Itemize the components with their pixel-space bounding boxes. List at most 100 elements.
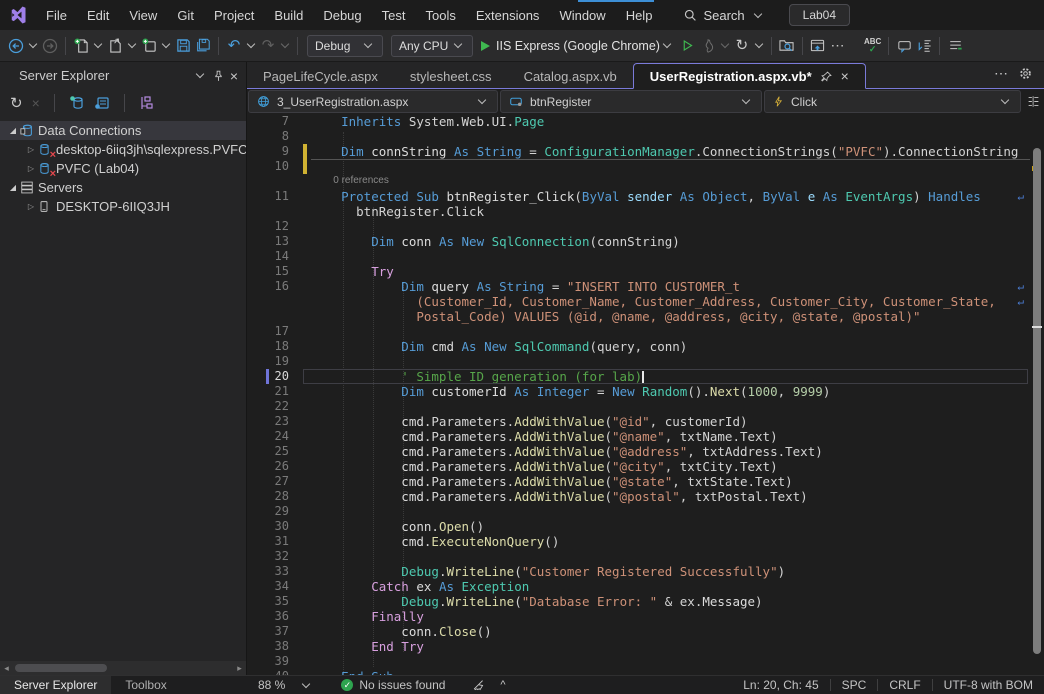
code-line-30[interactable]: 30conn.Open()	[247, 519, 1044, 534]
tab-stylesheet-css[interactable]: stylesheet.css	[394, 64, 508, 88]
undo-chevron[interactable]	[247, 40, 255, 48]
connect-to-database-icon[interactable]	[69, 95, 85, 111]
code-line-16[interactable]: 16Dim query As String = "INSERT INTO CUS…	[247, 279, 1044, 294]
start-debugging-button[interactable]: IIS Express (Google Chrome)	[481, 39, 674, 53]
tab-pagelifecycle-aspx[interactable]: PageLifeCycle.aspx	[247, 64, 394, 88]
code-line-7[interactable]: 7Inherits System.Web.UI.Page	[247, 114, 1044, 129]
expand-arrow-icon[interactable]: ▷	[24, 202, 38, 211]
sql-object-explorer-icon[interactable]	[139, 95, 155, 111]
tab-settings-gear-icon[interactable]	[1019, 67, 1032, 80]
navigate-back-button[interactable]	[6, 34, 26, 58]
menu-project[interactable]: Project	[204, 3, 264, 28]
comment-button[interactable]	[894, 34, 914, 58]
code-line-38[interactable]: 38End Try	[247, 639, 1044, 654]
code-line-14[interactable]: 14	[247, 249, 1044, 264]
code-line-24[interactable]: 24cmd.Parameters.AddWithValue("@name", t…	[247, 429, 1044, 444]
code-line-33[interactable]: 33Debug.WriteLine("Customer Registered S…	[247, 564, 1044, 579]
collapse-arrow-icon[interactable]: ◢	[6, 126, 20, 135]
code-line-28[interactable]: 28cmd.Parameters.AddWithValue("@postal",…	[247, 489, 1044, 504]
statusbar-item-3[interactable]: UTF-8 with BOM	[933, 678, 1044, 692]
code-line-39[interactable]: 39	[247, 654, 1044, 669]
code-line-15[interactable]: 15Try	[247, 264, 1044, 279]
code-line-29[interactable]: 29	[247, 504, 1044, 519]
code-line-17[interactable]: 17	[247, 324, 1044, 339]
statusbar-item-0[interactable]: Ln: 20, Ch: 45	[732, 678, 829, 692]
redo-button[interactable]: ↷	[258, 34, 278, 58]
add-item-button[interactable]	[139, 34, 159, 58]
scroll-left-icon[interactable]: ◂	[0, 663, 13, 674]
run-target-chevron[interactable]	[663, 40, 671, 48]
editor-vertical-scrollbar[interactable]	[1030, 114, 1044, 675]
menu-debug[interactable]: Debug	[313, 3, 371, 28]
save-all-button[interactable]	[193, 34, 213, 58]
code-line-40[interactable]: 40End Sub	[247, 669, 1044, 675]
tab-catalog-aspx-vb[interactable]: Catalog.aspx.vb	[508, 64, 633, 88]
new-file-button[interactable]	[71, 34, 91, 58]
menu-help[interactable]: Help	[616, 3, 663, 28]
event-dropdown[interactable]: Click	[764, 90, 1021, 113]
close-icon[interactable]: ×	[841, 69, 849, 83]
spell-checker-button[interactable]: ABC✓	[862, 34, 883, 58]
code-line-37[interactable]: 37conn.Close()	[247, 624, 1044, 639]
code-line-12[interactable]: 12	[247, 219, 1044, 234]
tree-item-desktop-6iiq3jh[interactable]: ▷DESKTOP-6IIQ3JH	[0, 197, 246, 216]
scroll-right-icon[interactable]: ▸	[233, 663, 246, 674]
code-wrap-line[interactable]: Postal_Code) VALUES (@id, @name, @addres…	[247, 309, 1044, 324]
panel-horizontal-scrollbar[interactable]: ◂ ▸	[0, 661, 246, 675]
refresh-button[interactable]: ↻	[732, 34, 752, 58]
code-line-32[interactable]: 32	[247, 549, 1044, 564]
menu-git[interactable]: Git	[167, 3, 204, 28]
expand-arrow-icon[interactable]: ▷	[24, 164, 38, 173]
code-line-22[interactable]: 22	[247, 399, 1044, 414]
code-line-18[interactable]: 18Dim cmd As New SqlCommand(query, conn)	[247, 339, 1044, 354]
code-editor[interactable]: 7Inherits System.Web.UI.Page89Dim connSt…	[247, 114, 1044, 675]
browser-link-button[interactable]	[808, 34, 828, 58]
find-in-files-button[interactable]	[777, 34, 797, 58]
undo-button[interactable]: ↶	[224, 34, 244, 58]
code-line-26[interactable]: 26cmd.Parameters.AddWithValue("@city", t…	[247, 459, 1044, 474]
menu-test[interactable]: Test	[372, 3, 416, 28]
file-dropdown[interactable]: 3_UserRegistration.aspx	[248, 90, 498, 113]
code-line-25[interactable]: 25cmd.Parameters.AddWithValue("@address"…	[247, 444, 1044, 459]
tree-item-desktop-6iiq3jh-sqlexpress-pvfc[interactable]: ▷×desktop-6iiq3jh\sqlexpress.PVFC	[0, 140, 246, 159]
code-line-20[interactable]: 20' Simple ID generation (for lab)	[247, 369, 1044, 384]
search-control[interactable]: Search	[676, 4, 772, 27]
code-line-10[interactable]: 10	[247, 159, 1044, 174]
expand-arrow-icon[interactable]: ▷	[24, 145, 38, 154]
menu-edit[interactable]: Edit	[77, 3, 119, 28]
scrollbar-thumb[interactable]	[15, 664, 107, 672]
code-line-21[interactable]: 21Dim customerId As Integer = New Random…	[247, 384, 1044, 399]
scrollbar-thumb[interactable]	[1033, 148, 1041, 654]
format-indent-button[interactable]	[914, 34, 934, 58]
start-without-debugging-button[interactable]	[678, 34, 698, 58]
pin-icon[interactable]	[213, 70, 224, 82]
code-line-36[interactable]: 36Finally	[247, 609, 1044, 624]
code-wrap-line[interactable]: (Customer_Id, Customer_Name, Customer_Ad…	[247, 294, 1044, 309]
toolbar-overflow-button[interactable]: ⋯	[828, 34, 848, 58]
tree-item-servers[interactable]: ◢Servers	[0, 178, 246, 197]
solution-configuration-dropdown[interactable]: Debug	[307, 35, 383, 57]
zoom-control[interactable]: 88 %	[258, 678, 313, 692]
open-file-chevron[interactable]	[128, 40, 136, 48]
menu-extensions[interactable]: Extensions	[466, 3, 550, 28]
menu-tools[interactable]: Tools	[415, 3, 465, 28]
add-item-chevron[interactable]	[162, 40, 170, 48]
tab-overflow-button[interactable]: ⋯	[994, 65, 1009, 82]
save-button[interactable]	[173, 34, 193, 58]
chevron-up-icon[interactable]: ^	[500, 679, 505, 691]
object-dropdown[interactable]: btnRegister	[500, 90, 762, 113]
code-wrap-line[interactable]: btnRegister.Click	[247, 204, 1044, 219]
hot-reload-button[interactable]	[698, 34, 718, 58]
code-line-23[interactable]: 23cmd.Parameters.AddWithValue("@id", cus…	[247, 414, 1044, 429]
collapse-arrow-icon[interactable]: ◢	[6, 183, 20, 192]
navigate-forward-button[interactable]	[40, 34, 60, 58]
menu-build[interactable]: Build	[264, 3, 313, 28]
code-line-8[interactable]: 8	[247, 129, 1044, 144]
code-line-27[interactable]: 27cmd.Parameters.AddWithValue("@state", …	[247, 474, 1044, 489]
close-icon[interactable]: ×	[230, 68, 238, 84]
issues-indicator[interactable]: ✓ No issues found	[341, 678, 445, 692]
new-file-chevron[interactable]	[94, 40, 102, 48]
menu-file[interactable]: File	[36, 3, 77, 28]
refresh-icon[interactable]: ↻	[10, 96, 23, 111]
code-line-19[interactable]: 19	[247, 354, 1044, 369]
